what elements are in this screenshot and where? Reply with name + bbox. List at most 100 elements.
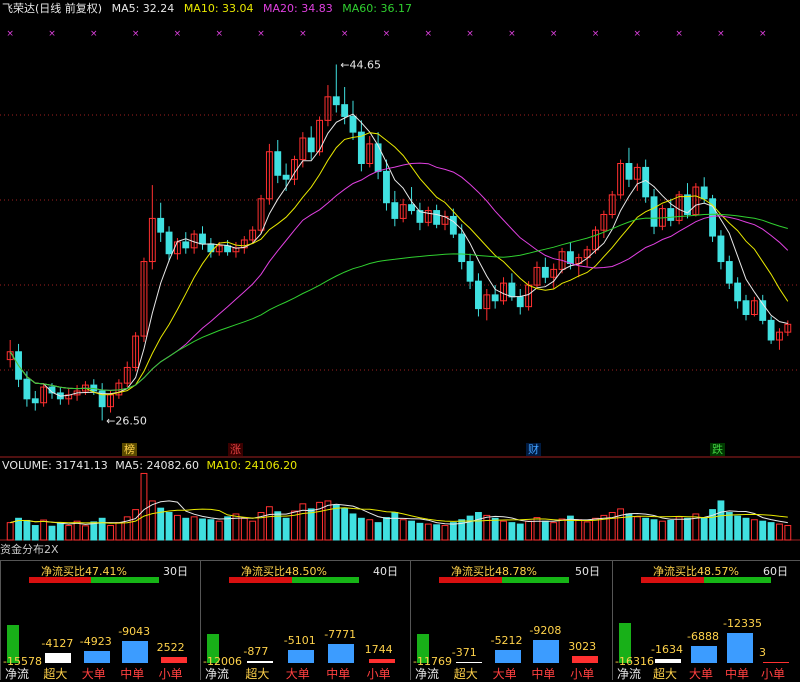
volume-bar	[165, 512, 173, 541]
candle-down	[475, 280, 482, 310]
fund-category-label: 小单	[570, 667, 595, 681]
ma20-line	[9, 162, 789, 391]
marker-cai[interactable]: 财	[526, 443, 541, 456]
volume-bar	[717, 500, 725, 541]
signal-mark: ×	[466, 29, 474, 39]
fund-category-label: 净流	[617, 667, 642, 681]
fund-value-label: -5101	[283, 634, 316, 648]
candle-down	[700, 186, 708, 200]
volume-bar	[48, 525, 56, 541]
volume-bar	[307, 508, 315, 541]
fund-value-label: -5212	[490, 634, 523, 648]
candle-down	[23, 378, 31, 400]
candle-down	[717, 235, 725, 263]
volume-bar	[750, 519, 758, 541]
fund-bar-1	[45, 652, 72, 663]
candle-down	[307, 137, 315, 153]
candle-down	[341, 104, 349, 117]
volume-bar	[633, 516, 641, 541]
marker-die[interactable]: 跌	[710, 443, 725, 456]
ma10-line	[9, 132, 789, 396]
volume-bar	[700, 517, 708, 541]
volume-bar	[408, 520, 415, 541]
volume-bar	[658, 520, 666, 541]
volume-header: VOLUME: 31741.13 MA5: 24082.60 MA10: 241…	[2, 459, 297, 472]
candle-down	[466, 261, 474, 282]
fund-value-label: 3023	[568, 639, 597, 653]
fund-bar-4	[572, 655, 599, 663]
signal-mark: ×	[90, 29, 98, 39]
low-price-label: ←26.50	[106, 414, 147, 427]
fund-value-label: -9208	[529, 624, 562, 638]
fund-category-label: 中单	[725, 667, 750, 681]
volume-bar	[759, 520, 767, 541]
candle-down	[508, 282, 516, 298]
volume-bar	[40, 519, 48, 541]
volume-bar	[173, 514, 181, 541]
volume-bar	[767, 522, 775, 541]
period-label[interactable]: 40日	[373, 563, 398, 579]
fund-panel-30日: 净流买比47.41% 30日 -15578 净流 -4127 超大 -4923 大单 -9043…	[0, 560, 200, 681]
fund-panel-50日: 净流买比48.78% 50日 -11769 净流 -371 超大 -5212 大单 -9208 中…	[410, 560, 612, 681]
volume-bar	[642, 517, 650, 541]
ratio-buy-fill	[229, 577, 293, 583]
fund-category-label: 小单	[366, 667, 391, 681]
fund-value-label: 2522	[156, 640, 185, 654]
fund-category-label: 中单	[531, 667, 556, 681]
price-volume-chart[interactable]: × × × × × × × × × × × × × × × × × × × ←44.65 ←26.50	[0, 0, 800, 560]
volume-bar	[416, 522, 424, 541]
fund-bar-1	[655, 658, 681, 663]
marker-bang[interactable]: 榜	[122, 443, 137, 456]
volume-bar	[15, 517, 22, 541]
net-buy-ratio-bar	[439, 577, 569, 583]
stock-chart: × × × × × × × × × × × × × × × × × × × ←44.65 ←26.50 飞荣达(日线 前…	[0, 0, 800, 681]
fund-category-label: 超大	[43, 667, 68, 681]
ratio-buy-fill	[641, 577, 705, 583]
fund-value-label: -7771	[324, 627, 357, 641]
volume-bar	[65, 525, 73, 541]
signal-mark: ×	[592, 29, 600, 39]
fund-category-label: 大单	[492, 667, 517, 681]
signal-mark: ×	[6, 29, 14, 39]
period-label[interactable]: 30日	[163, 563, 188, 579]
volume-bar	[491, 517, 499, 541]
fund-panel-40日: 净流买比48.50% 40日 -12006 净流 -877 超大 -5101 大单 -7771 中…	[200, 560, 410, 681]
candle-down	[199, 233, 206, 245]
volume-bar	[31, 525, 39, 541]
ratio-sell-fill	[502, 577, 569, 583]
ma10-label: MA10: 33.04	[183, 2, 254, 15]
volume-bar	[56, 522, 64, 541]
signal-mark: ×	[508, 29, 516, 39]
volume-bar	[265, 506, 273, 541]
fund-category-label: 小单	[761, 667, 786, 681]
fund-category-label: 超大	[453, 667, 478, 681]
fund-bar-3	[533, 640, 560, 663]
volume-value: VOLUME: 31741.13	[2, 459, 108, 472]
volume-bar	[725, 512, 733, 541]
fund-flow-title: 资金分布2X	[0, 543, 59, 556]
volume-bar	[734, 515, 742, 541]
candle-down	[566, 251, 574, 265]
volume-bar	[215, 520, 223, 541]
marker-zhang[interactable]: 涨	[228, 443, 243, 456]
volume-bar	[675, 516, 683, 541]
candle-down	[650, 196, 658, 227]
fund-category-label: 净流	[205, 667, 230, 681]
volume-bar	[199, 518, 206, 541]
candle-down	[157, 217, 165, 233]
fund-bar-3	[122, 640, 149, 663]
candle-down	[541, 266, 549, 278]
volume-bar	[784, 525, 792, 541]
candle-down	[667, 208, 675, 221]
marker-zhang-text: 涨	[230, 443, 241, 456]
volume-bar	[667, 519, 675, 541]
volume-bar	[558, 518, 566, 541]
signal-mark: ×	[257, 29, 265, 39]
period-label[interactable]: 50日	[575, 563, 600, 579]
signal-mark: ×	[383, 29, 391, 39]
volume-bar	[349, 513, 357, 541]
volume-bar	[366, 519, 374, 541]
net-buy-ratio-bar	[229, 577, 359, 583]
signal-mark: ×	[634, 29, 642, 39]
volume-bar	[466, 515, 474, 541]
